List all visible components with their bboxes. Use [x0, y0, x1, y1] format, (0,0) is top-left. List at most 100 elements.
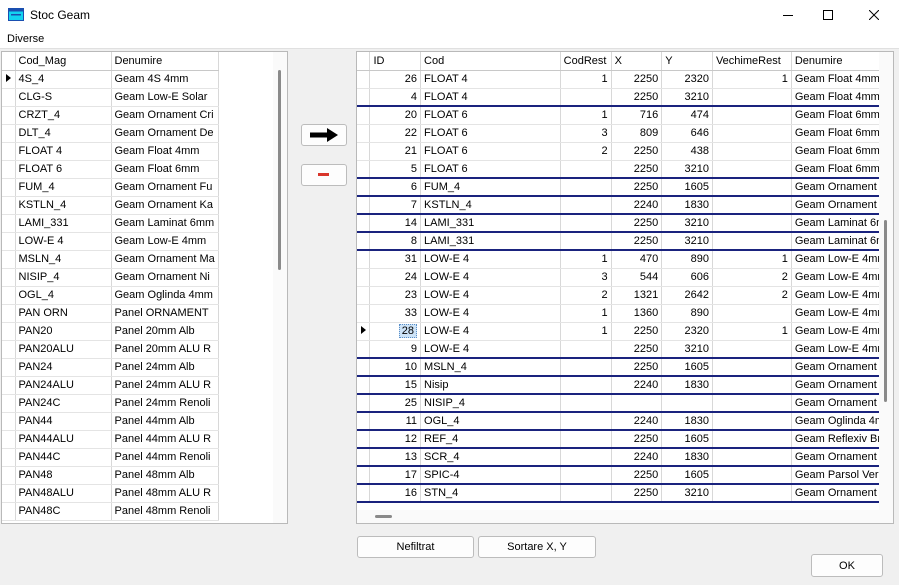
cell-id[interactable]: 6 [369, 178, 422, 197]
cell-vechimerest[interactable]: 1 [712, 250, 792, 269]
cell-vechimerest[interactable] [712, 160, 792, 179]
cell-codrest[interactable]: 1 [560, 70, 612, 89]
table-row[interactable]: 10 MSLN_4 2250 1605 Geam Ornament M [357, 358, 893, 377]
cell-y[interactable]: 606 [661, 268, 713, 287]
cell-y[interactable]: 1830 [661, 376, 713, 395]
table-row[interactable]: 21 FLOAT 6 2 2250 438 Geam Float 6mm [357, 142, 893, 161]
cell-cod-mag[interactable]: PAN44ALU [15, 430, 112, 449]
cell-denumire[interactable]: Geam Parsol Ver [791, 466, 893, 485]
right-vertical-scrollbar[interactable] [879, 52, 893, 523]
cell-cod[interactable]: FLOAT 4 [420, 88, 561, 107]
column-header-vechimerest[interactable]: VechimeRest [712, 52, 792, 71]
column-header-cod[interactable]: Cod [420, 52, 561, 71]
cell-cod-mag[interactable]: LOW-E 4 [15, 232, 112, 251]
cell-x[interactable]: 2240 [611, 412, 663, 431]
cell-denumire[interactable]: Geam Ornament N [791, 394, 893, 413]
cell-vechimerest[interactable] [712, 430, 792, 449]
table-row[interactable]: 5 FLOAT 6 2250 3210 Geam Float 6mm [357, 160, 893, 179]
cell-y[interactable]: 646 [661, 124, 713, 143]
cell-y[interactable]: 890 [661, 250, 713, 269]
cell-denumire[interactable]: Geam Ornament Ni [111, 268, 219, 287]
cell-denumire[interactable]: Geam Ornament Cri [111, 106, 219, 125]
cell-cod-mag[interactable]: PAN24ALU [15, 376, 112, 395]
cell-cod-mag[interactable]: PAN24C [15, 394, 112, 413]
table-row[interactable]: 9 LOW-E 4 2250 3210 Geam Low-E 4mr [357, 340, 893, 359]
cell-x[interactable]: 2240 [611, 448, 663, 467]
cell-y[interactable]: 890 [661, 304, 713, 323]
cell-denumire[interactable]: Geam Ornament Ma [111, 250, 219, 269]
cell-vechimerest[interactable] [712, 448, 792, 467]
right-horizontal-scrollbar[interactable] [357, 510, 879, 523]
table-row[interactable]: 6 FUM_4 2250 1605 Geam Ornament F [357, 178, 893, 197]
right-vertical-scroll-thumb[interactable] [884, 220, 887, 402]
cell-cod-mag[interactable]: 4S_4 [15, 70, 112, 89]
cell-denumire[interactable]: Geam Low-E Solar [111, 88, 219, 107]
cell-y[interactable]: 2642 [661, 286, 713, 305]
menu-item-diverse[interactable]: Diverse [7, 33, 44, 45]
cell-denumire[interactable]: Geam Low-E 4mr [791, 340, 893, 359]
cell-x[interactable]: 2250 [611, 430, 663, 449]
table-row[interactable]: NISIP_4 Geam Ornament Ni [2, 268, 219, 287]
cell-vechimerest[interactable] [712, 412, 792, 431]
cell-denumire[interactable]: Geam Ornament S [791, 448, 893, 467]
table-row[interactable]: 12 REF_4 2250 1605 Geam Reflexiv Br [357, 430, 893, 449]
cell-x[interactable]: 2250 [611, 160, 663, 179]
table-row[interactable]: CLG-S Geam Low-E Solar [2, 88, 219, 107]
cell-vechimerest[interactable] [712, 304, 792, 323]
cell-denumire[interactable]: Geam 4S 4mm [111, 70, 219, 89]
table-row[interactable]: PAN44 Panel 44mm Alb [2, 412, 219, 431]
sortare-xy-button[interactable]: Sortare X, Y [478, 536, 596, 558]
table-row[interactable]: KSTLN_4 Geam Ornament Ka [2, 196, 219, 215]
table-row[interactable]: LOW-E 4 Geam Low-E 4mm [2, 232, 219, 251]
cell-denumire[interactable]: Geam Low-E 4mm [111, 232, 219, 251]
cell-cod-mag[interactable]: FUM_4 [15, 178, 112, 197]
cell-cod-mag[interactable]: PAN44C [15, 448, 112, 467]
cell-x[interactable] [611, 394, 663, 413]
cell-cod[interactable]: MSLN_4 [420, 358, 561, 377]
cell-denumire[interactable]: Geam Float 6mm [791, 106, 893, 125]
cell-cod-mag[interactable]: PAN24 [15, 358, 112, 377]
cell-cod[interactable]: FLOAT 6 [420, 124, 561, 143]
cell-vechimerest[interactable] [712, 232, 792, 251]
column-header-y[interactable]: Y [661, 52, 713, 71]
cell-cod-mag[interactable]: FLOAT 4 [15, 142, 112, 161]
table-row[interactable]: PAN20 Panel 20mm Alb [2, 322, 219, 341]
cell-vechimerest[interactable]: 2 [712, 268, 792, 287]
table-row[interactable]: 8 LAMI_331 2250 3210 Geam Laminat 6n [357, 232, 893, 251]
cell-codrest[interactable] [560, 430, 612, 449]
cell-denumire[interactable]: Geam Float 4mm [111, 142, 219, 161]
cell-id[interactable]: 9 [369, 340, 422, 359]
cell-y[interactable]: 1830 [661, 448, 713, 467]
column-header-id[interactable]: ID [369, 52, 422, 71]
right-horizontal-scroll-thumb[interactable] [375, 515, 392, 518]
cell-y[interactable]: 3210 [661, 340, 713, 359]
cell-y[interactable]: 2320 [661, 322, 713, 341]
cell-vechimerest[interactable] [712, 484, 792, 503]
cell-cod[interactable]: LOW-E 4 [420, 286, 561, 305]
column-header-denumire[interactable]: Denumire [111, 52, 219, 71]
cell-denumire[interactable]: Geam Float 4mm [791, 88, 893, 107]
cell-id[interactable]: 17 [369, 466, 422, 485]
cell-y[interactable]: 3210 [661, 88, 713, 107]
cell-denumire[interactable]: Panel 24mm Alb [111, 358, 219, 377]
table-row[interactable]: PAN48ALU Panel 48mm ALU R [2, 484, 219, 503]
cell-denumire[interactable]: Panel 48mm Renoli [111, 502, 219, 521]
cell-codrest[interactable]: 2 [560, 142, 612, 161]
cell-y[interactable]: 1830 [661, 196, 713, 215]
cell-x[interactable]: 2250 [611, 466, 663, 485]
cell-x[interactable]: 2250 [611, 178, 663, 197]
cell-y[interactable]: 1830 [661, 412, 713, 431]
cell-id[interactable]: 23 [369, 286, 422, 305]
cell-codrest[interactable] [560, 394, 612, 413]
cell-codrest[interactable] [560, 448, 612, 467]
cell-cod-mag[interactable]: PAN44 [15, 412, 112, 431]
table-row[interactable]: 13 SCR_4 2240 1830 Geam Ornament S [357, 448, 893, 467]
cell-vechimerest[interactable]: 2 [712, 286, 792, 305]
cell-cod[interactable]: LOW-E 4 [420, 304, 561, 323]
cell-vechimerest[interactable] [712, 178, 792, 197]
cell-x[interactable]: 2250 [611, 232, 663, 251]
cell-cod-mag[interactable]: CLG-S [15, 88, 112, 107]
cell-id[interactable]: 21 [369, 142, 422, 161]
table-row[interactable]: 22 FLOAT 6 3 809 646 Geam Float 6mm [357, 124, 893, 143]
cell-cod-mag[interactable]: CRZT_4 [15, 106, 112, 125]
